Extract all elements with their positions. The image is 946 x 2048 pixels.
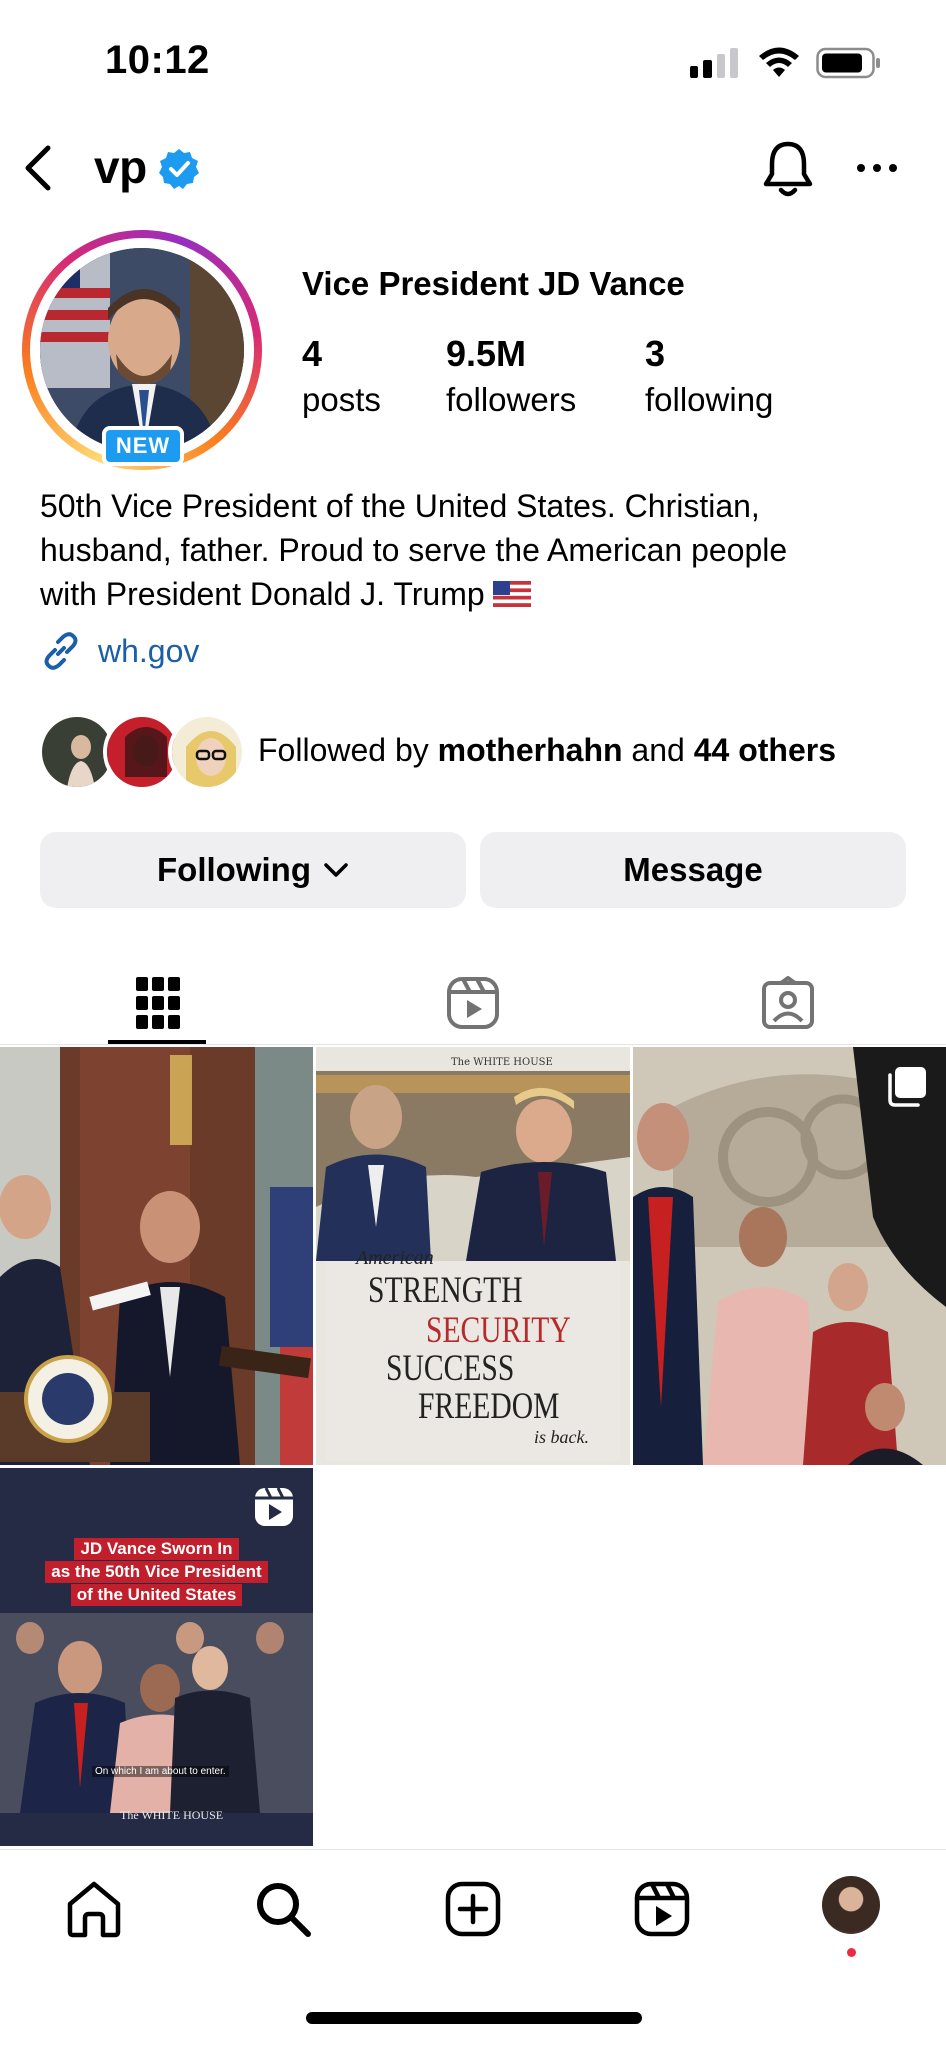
website-link-text[interactable]: wh.gov [98, 633, 199, 670]
new-story-badge: NEW [102, 426, 184, 466]
graphic-line-success: SUCCESS [386, 1348, 515, 1389]
followed-by-text[interactable]: Followed by motherhahn and 44 others [258, 732, 836, 769]
nav-reels-button[interactable] [622, 1872, 702, 1946]
stat-value: 9.5M [446, 333, 527, 374]
bio-line: 50th Vice President of the United States… [40, 488, 760, 524]
posts-count-stat[interactable]: 4 posts [302, 333, 381, 419]
profile-display-name: Vice President JD Vance [302, 265, 685, 302]
reels-icon [446, 977, 499, 1029]
followed-by-and: and [622, 732, 694, 768]
search-icon [257, 1883, 311, 1937]
graphic-line-freedom: FREEDOM [418, 1386, 560, 1427]
reel-caption: On which I am about to enter. [92, 1766, 229, 1777]
reel-title: JD Vance Sworn In as the 50th Vice Presi… [0, 1538, 313, 1606]
stat-value: 4 [302, 333, 323, 374]
bio-line-with-flag: with President Donald J. Trump [40, 572, 920, 616]
profile-website-link[interactable]: wh.gov [40, 626, 199, 676]
reel-icon [255, 1487, 293, 1526]
reel-title-line: as the 50th Vice President [45, 1561, 268, 1583]
reels-icon [634, 1881, 690, 1937]
followers-count-stat[interactable]: 9.5M followers [446, 333, 576, 419]
back-button[interactable] [18, 140, 58, 196]
following-button[interactable]: Following [40, 832, 466, 908]
nav-profile-avatar[interactable] [822, 1876, 880, 1934]
mutual-followers-avatars[interactable] [38, 713, 246, 793]
tab-posts-grid[interactable] [0, 958, 315, 1048]
nav-home-button[interactable] [54, 1872, 134, 1946]
stat-label: followers [446, 381, 577, 418]
bottom-nav-divider [0, 1849, 946, 1850]
reel-title-line: JD Vance Sworn In [74, 1538, 239, 1560]
post-thumbnail[interactable]: The WHITE HOUSE American STRENGTH SECURI… [316, 1047, 630, 1465]
post-thumbnail[interactable] [0, 1047, 313, 1465]
profile-username: vp [94, 141, 147, 193]
message-button[interactable]: Message [480, 832, 906, 908]
cellular-signal-icon [690, 46, 738, 78]
tab-divider [0, 1044, 946, 1045]
battery-icon [816, 47, 880, 79]
create-plus-icon [445, 1881, 501, 1937]
tagged-person-icon [761, 976, 814, 1029]
graphic-line-american: American [356, 1247, 434, 1269]
reel-footer: The WHITE HOUSE [120, 1808, 224, 1822]
stat-label: following [645, 381, 774, 418]
link-icon [44, 632, 78, 670]
message-button-label: Message [623, 851, 763, 888]
followed-by-user: motherhahn [437, 732, 623, 768]
followed-by-prefix: Followed by [258, 732, 438, 768]
reel-title-line: of the United States [70, 1584, 243, 1606]
home-indicator[interactable] [306, 2012, 642, 2024]
notification-bell-button[interactable] [760, 138, 816, 200]
following-button-label: Following [157, 851, 311, 888]
post-image [633, 1047, 946, 1465]
wifi-icon [759, 47, 799, 77]
mutual-follower-avatar [168, 713, 246, 791]
graphic-line-strength: STRENGTH [368, 1270, 523, 1311]
graphic-line-security: SECURITY [426, 1310, 571, 1351]
white-house-header: The WHITE HOUSE [451, 1057, 553, 1068]
verified-badge-icon [159, 149, 199, 189]
post-thumbnail[interactable]: JD Vance Sworn In as the 50th Vice Presi… [0, 1468, 313, 1846]
grid-icon [135, 977, 180, 1029]
carousel-icon [888, 1067, 926, 1107]
chevron-down-icon [324, 863, 348, 877]
home-icon [67, 1881, 121, 1938]
graphic-line-is-back: is back. [534, 1427, 589, 1447]
nav-create-button[interactable] [433, 1872, 513, 1946]
post-image [0, 1047, 313, 1465]
bio-line: husband, father. Proud to serve the Amer… [40, 532, 788, 568]
profile-avatar [40, 248, 244, 452]
more-options-button[interactable] [855, 160, 899, 176]
tab-tagged[interactable] [630, 958, 945, 1048]
us-flag-icon [492, 581, 531, 607]
nav-search-button[interactable] [243, 1872, 323, 1946]
post-thumbnail[interactable] [633, 1047, 946, 1465]
stat-label: posts [302, 381, 381, 418]
bio-line: with President Donald J. Trump [40, 576, 485, 612]
notification-dot [847, 1948, 856, 1957]
followed-by-others: 44 others [693, 732, 836, 768]
following-count-stat[interactable]: 3 following [645, 333, 773, 419]
tab-reels[interactable] [315, 958, 630, 1048]
stat-value: 3 [645, 333, 666, 374]
status-time: 10:12 [105, 38, 210, 82]
profile-bio: 50th Vice President of the United States… [40, 484, 920, 616]
